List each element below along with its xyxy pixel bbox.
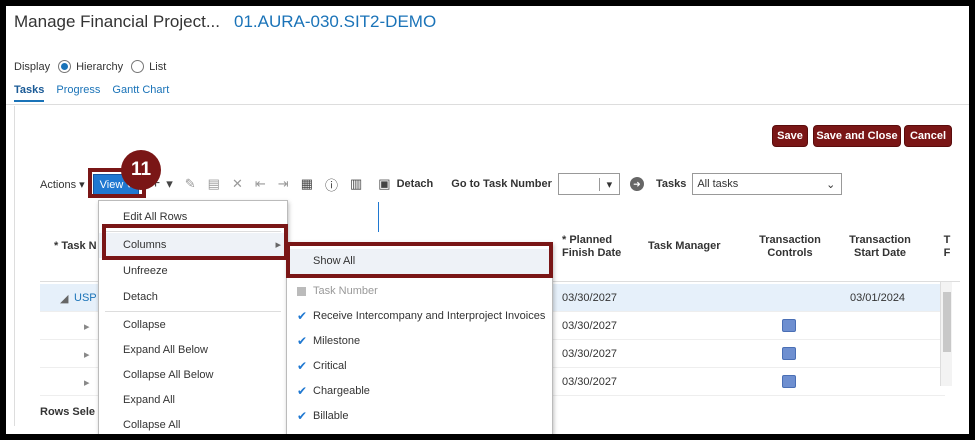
- disabled-checkbox-icon: [297, 287, 306, 296]
- tab-gantt-chart[interactable]: Gantt Chart: [112, 84, 169, 102]
- display-label: Display: [14, 60, 51, 73]
- page-title-text: Manage Financial Project...: [14, 12, 220, 31]
- hierarchy-radio[interactable]: [58, 60, 72, 73]
- save-button[interactable]: Save: [772, 125, 808, 147]
- col-task-manager[interactable]: Task Manager: [648, 240, 728, 253]
- menu-item-receive-invoices[interactable]: ✔ Receive Intercompany and Interproject …: [287, 304, 552, 329]
- list-radio[interactable]: [131, 60, 145, 73]
- freeze-icon[interactable]: ▥: [350, 176, 362, 192]
- rows-selected-label: Rows Sele: [40, 406, 96, 418]
- actions-label: Actions: [40, 178, 77, 191]
- duplicate-icon[interactable]: ▤: [208, 176, 220, 192]
- page-title: Manage Financial Project... 01.AURA-030.S…: [14, 12, 436, 32]
- menu-item-expand-all-below[interactable]: Expand All Below: [99, 338, 287, 363]
- hierarchy-label: Hierarchy: [76, 60, 124, 73]
- cancel-button[interactable]: Cancel: [904, 125, 952, 147]
- tasks-filter-select[interactable]: All tasks ⌄: [692, 173, 843, 195]
- tasks-filter-value: All tasks: [697, 178, 739, 190]
- task-number-label: Task Number: [313, 285, 378, 297]
- checkmark-icon: ✔: [297, 409, 308, 423]
- column-resize-line: [378, 202, 379, 232]
- go-arrow-icon[interactable]: ➜: [629, 177, 644, 191]
- columns-highlight-box: [102, 224, 288, 260]
- milestone-label: Milestone: [313, 335, 361, 347]
- checkmark-icon: ✔: [297, 334, 308, 348]
- billable-label: Billable: [313, 410, 349, 422]
- checkmark-icon: ✔: [297, 384, 308, 398]
- display-toggle: Display Hierarchy List: [14, 60, 166, 73]
- transaction-controls-icon[interactable]: [782, 375, 796, 388]
- vertical-scrollbar[interactable]: [940, 282, 952, 386]
- chevron-down-icon[interactable]: ▾: [598, 177, 619, 191]
- indent-icon[interactable]: ⇥: [278, 176, 289, 192]
- detach-icon[interactable]: ▣: [378, 176, 390, 192]
- collapse-icon[interactable]: ◢: [60, 292, 68, 305]
- col-task-name[interactable]: * Task N: [54, 240, 97, 253]
- transaction-start-date: 03/01/2024: [850, 292, 906, 304]
- menu-item-milestone[interactable]: ✔ Milestone: [287, 329, 552, 354]
- planned-finish-date: 03/30/2027: [562, 376, 618, 388]
- tab-bar: Tasks Progress Gantt Chart: [14, 84, 169, 102]
- outdent-icon[interactable]: ⇤: [255, 176, 266, 192]
- col-transaction-controls[interactable]: Transaction Controls: [754, 234, 826, 260]
- menu-item-collapse-all[interactable]: Collapse All: [99, 413, 287, 434]
- list-label: List: [149, 60, 167, 73]
- scrollbar-thumb[interactable]: [943, 292, 951, 352]
- menu-item-detach[interactable]: Detach: [99, 285, 287, 310]
- save-and-close-button[interactable]: Save and Close: [813, 125, 901, 147]
- show-all-highlight-box: [286, 242, 553, 278]
- checkmark-icon: ✔: [297, 309, 308, 323]
- menu-item-collapse-all-below[interactable]: Collapse All Below: [99, 363, 287, 388]
- checkmark-icon: ✔: [297, 359, 308, 373]
- actions-menu[interactable]: Actions ▾: [40, 178, 85, 191]
- planned-finish-date: 03/30/2027: [562, 348, 618, 360]
- menu-item-billable[interactable]: ✔ Billable: [287, 404, 552, 429]
- table-toolbar: Actions ▾ View ▾ + ▾ ✎ ▤ ✕ ⇤ ⇥ ▦ ⓘ ▥ ▣ D…: [40, 173, 843, 195]
- col-planned-finish[interactable]: * Planned Finish Date: [562, 234, 632, 260]
- expand-icon[interactable]: ▸: [84, 376, 90, 389]
- app-frame: Manage Financial Project... 01.AURA-030.S…: [6, 6, 969, 434]
- chevron-down-icon: ⌄: [826, 178, 836, 191]
- detach-button[interactable]: Detach: [397, 178, 434, 190]
- menu-item-task-number: Task Number: [287, 279, 552, 304]
- delete-icon[interactable]: ✕: [232, 176, 243, 192]
- menu-item-chargeable[interactable]: ✔ Chargeable: [287, 379, 552, 404]
- goto-task-input[interactable]: ▾: [557, 173, 620, 195]
- planned-finish-date: 03/30/2027: [562, 320, 618, 332]
- tab-progress[interactable]: Progress: [56, 84, 100, 102]
- step-marker: 11: [121, 150, 161, 190]
- menu-item-critical[interactable]: ✔ Critical: [287, 354, 552, 379]
- task-name[interactable]: USP: [74, 292, 97, 304]
- chargeable-label: Chargeable: [313, 385, 370, 397]
- menu-item-unfreeze[interactable]: Unfreeze: [99, 259, 287, 284]
- col-cutoff[interactable]: T F: [942, 234, 952, 260]
- columns-icon[interactable]: ▦: [301, 176, 313, 192]
- tasks-filter-label: Tasks: [655, 178, 687, 190]
- col-transaction-start[interactable]: Transaction Start Date: [842, 234, 918, 260]
- chevron-down-icon[interactable]: ▾: [166, 176, 173, 192]
- transaction-controls-icon[interactable]: [782, 319, 796, 332]
- tab-divider: [6, 104, 969, 105]
- goto-task-label: Go to Task Number: [451, 178, 552, 190]
- help-icon[interactable]: ⓘ: [325, 175, 338, 194]
- project-name: 01.AURA-030.SIT2-DEMO: [234, 12, 437, 31]
- menu-item-collapse[interactable]: Collapse: [99, 313, 287, 338]
- transaction-controls-icon[interactable]: [782, 347, 796, 360]
- receive-invoices-label: Receive Intercompany and Interproject In…: [313, 310, 546, 322]
- menu-divider: [105, 311, 281, 312]
- expand-icon[interactable]: ▸: [84, 320, 90, 333]
- edit-icon[interactable]: ✎: [185, 176, 196, 192]
- critical-label: Critical: [313, 360, 347, 372]
- expand-icon[interactable]: ▸: [84, 348, 90, 361]
- planned-finish-date: 03/30/2027: [562, 292, 618, 304]
- menu-item-expand-all[interactable]: Expand All: [99, 388, 287, 413]
- tab-tasks[interactable]: Tasks: [14, 84, 45, 102]
